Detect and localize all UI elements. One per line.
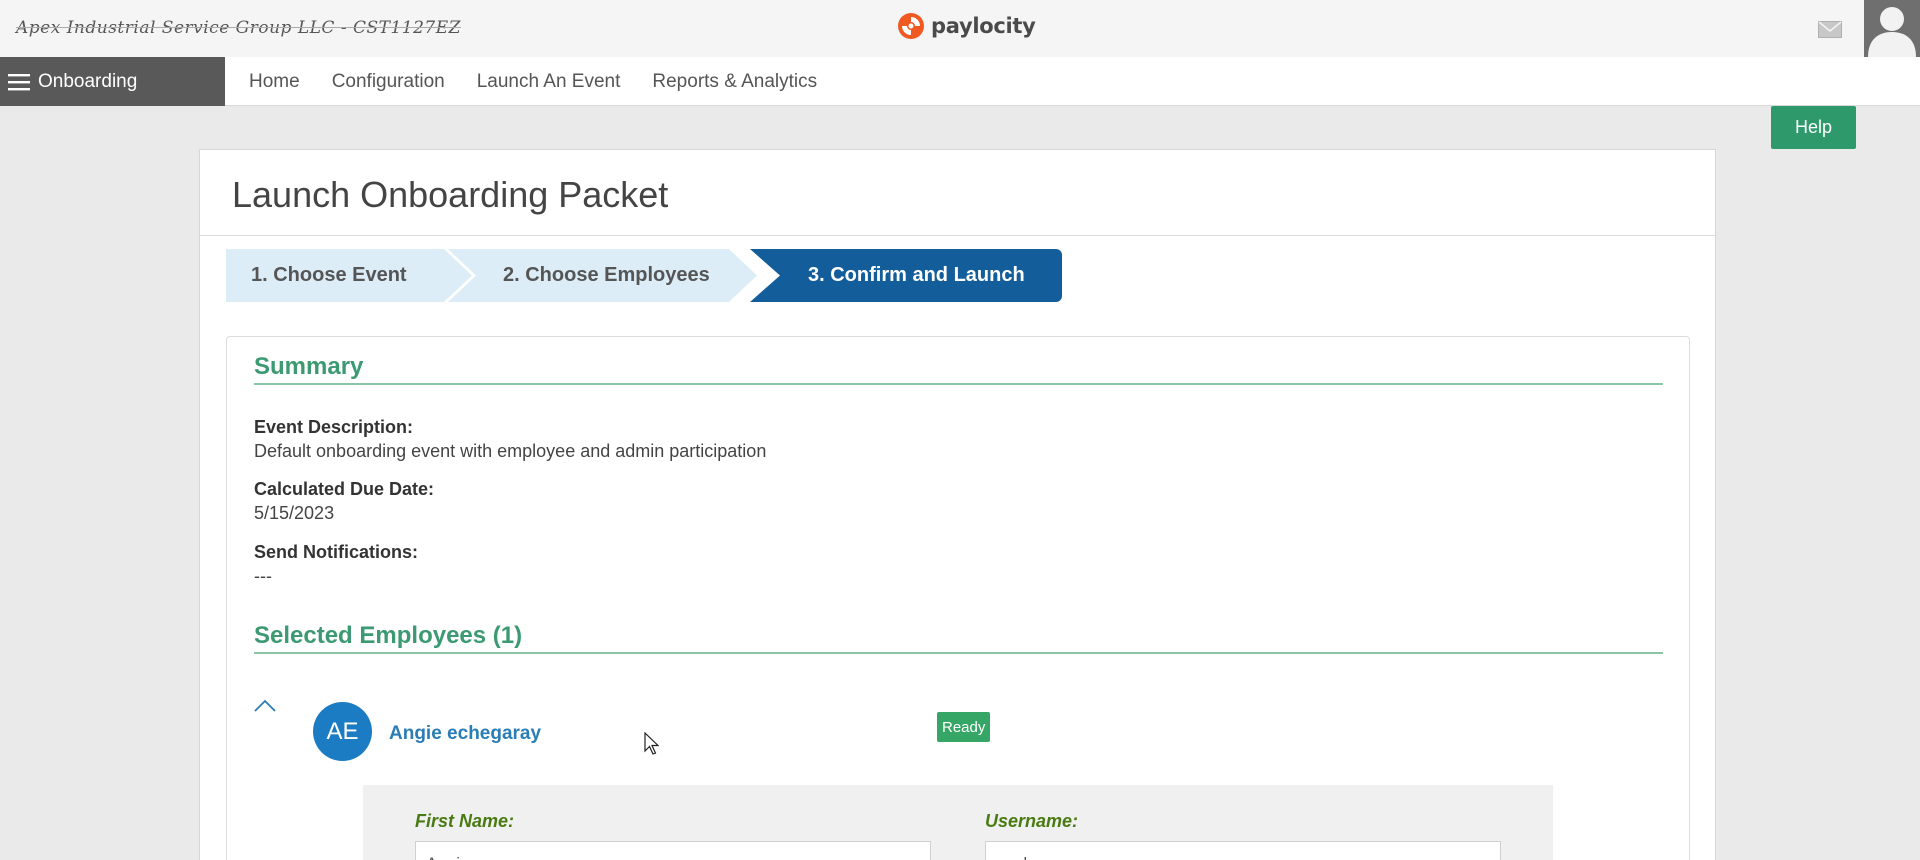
title-divider	[200, 235, 1715, 236]
first-name-field[interactable]: Angie	[415, 841, 931, 860]
status-badge: Ready	[937, 712, 991, 742]
hamburger-menu-icon	[8, 73, 30, 90]
step-choose-event[interactable]: 1. Choose Event	[226, 249, 476, 302]
nav-configuration[interactable]: Configuration	[332, 71, 445, 93]
send-notifications-value: ---	[254, 566, 272, 586]
company-name: Apex Industrial Service Group LLC - CST1…	[16, 18, 461, 38]
page-title: Launch Onboarding Packet	[232, 174, 669, 215]
module-label: Onboarding	[38, 70, 138, 92]
paylocity-logo: paylocity	[897, 12, 1036, 40]
help-button[interactable]: Help	[1771, 106, 1856, 149]
step-label: 1. Choose Event	[251, 264, 407, 286]
step-label: 2. Choose Employees	[503, 264, 710, 286]
step-confirm-and-launch[interactable]: 3. Confirm and Launch	[750, 249, 1062, 302]
user-avatar-icon	[1868, 7, 1916, 57]
username-field[interactable]: aechegaray	[985, 841, 1501, 860]
due-date-label: Calculated Due Date:	[254, 479, 435, 499]
employee-name-link[interactable]: Angie echegaray	[389, 723, 541, 745]
user-avatar-button[interactable]	[1864, 0, 1920, 57]
event-description-value: Default onboarding event with employee a…	[254, 441, 767, 461]
mouse-cursor-icon	[644, 732, 660, 755]
mail-icon[interactable]	[1818, 21, 1842, 38]
first-name-label: First Name:	[415, 811, 515, 831]
username-label: Username:	[985, 811, 1079, 831]
summary-heading: Summary	[254, 353, 364, 380]
step-choose-employees[interactable]: 2. Choose Employees	[444, 249, 757, 302]
module-menu-button[interactable]: Onboarding	[0, 57, 225, 106]
paylocity-logo-icon	[898, 13, 924, 39]
employees-divider	[254, 652, 1663, 654]
nav-launch-an-event[interactable]: Launch An Event	[477, 71, 621, 93]
nav-home[interactable]: Home	[249, 71, 300, 93]
nav-links: Home Configuration Launch An Event Repor…	[249, 57, 817, 106]
event-description-label: Event Description:	[254, 417, 414, 437]
selected-employees-heading: Selected Employees (1)	[254, 622, 523, 649]
employee-detail-panel: First Name: Angie Username: aechegaray	[363, 785, 1553, 860]
nav-reports-analytics[interactable]: Reports & Analytics	[652, 71, 817, 93]
brand-name: paylocity	[931, 14, 1036, 38]
chevron-up-icon[interactable]	[254, 698, 276, 712]
top-header: Apex Industrial Service Group LLC - CST1…	[0, 0, 1920, 57]
main-nav: Onboarding Home Configuration Launch An …	[0, 57, 1920, 106]
summary-panel: Summary Event Description: Default onboa…	[226, 336, 1690, 860]
launch-packet-card: Launch Onboarding Packet 1. Choose Event…	[199, 149, 1716, 860]
step-label: 3. Confirm and Launch	[808, 264, 1025, 286]
send-notifications-label: Send Notifications:	[254, 542, 419, 562]
avatar: AE	[313, 702, 372, 761]
wizard-steps: 1. Choose Event 2. Choose Employees 3. C…	[226, 249, 1062, 302]
due-date-value: 5/15/2023	[254, 503, 335, 523]
summary-divider	[254, 383, 1663, 385]
